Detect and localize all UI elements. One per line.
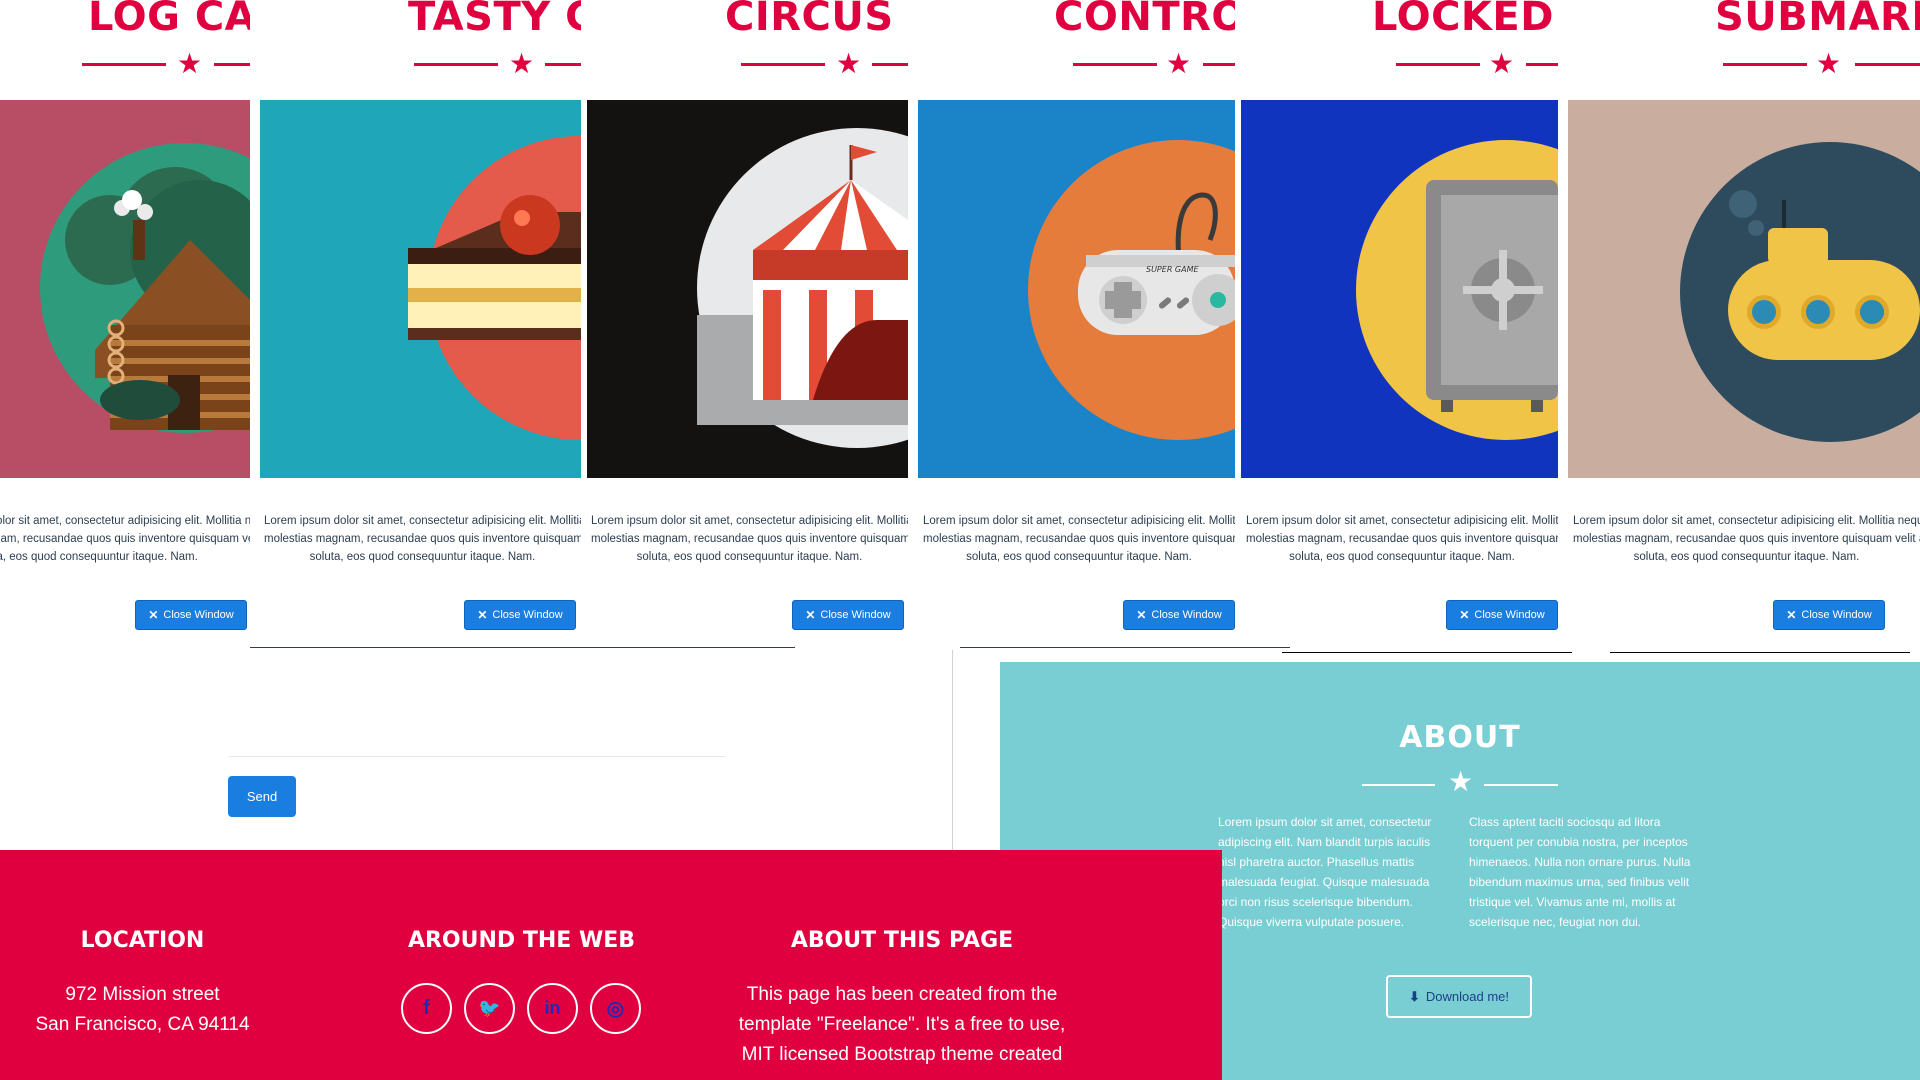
modal-title: SUBMARINE bbox=[1715, 0, 1920, 40]
close-window-button[interactable]: ✕ Close Window bbox=[792, 600, 904, 630]
facebook-icon[interactable]: f bbox=[401, 983, 452, 1034]
modal-title: LOG CABIN bbox=[88, 0, 250, 40]
footer: LOCATION 972 Mission street San Francisc… bbox=[0, 850, 1222, 1080]
portfolio-image bbox=[260, 100, 581, 478]
modal-submarine: SUBMARINE ★ Lorem ipsum dolor sit amet, … bbox=[1568, 0, 1920, 650]
close-icon: ✕ bbox=[477, 608, 488, 622]
modal-description: Lorem ipsum dolor sit amet, consectetur … bbox=[923, 515, 1235, 563]
star-icon: ★ bbox=[1166, 48, 1192, 79]
star-icon: ★ bbox=[509, 48, 535, 79]
modal-title: CIRCUS TENT bbox=[725, 0, 908, 40]
modal-description: Lorem ipsum dolor sit amet, consectetur … bbox=[264, 515, 581, 563]
about-title: ABOUT bbox=[1399, 720, 1521, 755]
about-text-right: Class aptent taciti sociosqu ad litora t… bbox=[1469, 815, 1691, 929]
form-divider bbox=[1282, 652, 1572, 653]
star-divider: ★ bbox=[414, 48, 581, 82]
star-icon: ★ bbox=[1489, 48, 1515, 79]
input-underline bbox=[228, 756, 725, 757]
modal-controller: CONTROLLER ★ SUPER GAME Lorem ipsum dolo… bbox=[918, 0, 1235, 650]
close-window-button[interactable]: ✕ Close Window bbox=[135, 600, 247, 630]
modal-description: Lorem ipsum dolor sit amet, consectetur … bbox=[1246, 515, 1558, 563]
about-page-line-1: This page has been created from the bbox=[746, 984, 1058, 1005]
star-icon: ★ bbox=[836, 48, 862, 79]
form-divider bbox=[1610, 652, 1910, 653]
close-window-button[interactable]: ✕ Close Window bbox=[1123, 600, 1235, 630]
modal-title: TASTY CAKE bbox=[408, 0, 581, 40]
about-this-page-title: ABOUT THIS PAGE bbox=[790, 928, 1014, 953]
about-text-left: Lorem ipsum dolor sit amet, consectetur … bbox=[1218, 815, 1432, 929]
close-window-button[interactable]: ✕ Close Window bbox=[1773, 600, 1885, 630]
contact-form-area bbox=[0, 650, 952, 850]
svg-text:SUPER GAME: SUPER GAME bbox=[1146, 265, 1199, 274]
modal-log-cabin: LOG CABIN ★ Lorem ipsum bbox=[0, 0, 250, 650]
address-line-2: San Francisco, CA 94114 bbox=[35, 1014, 250, 1035]
close-window-button[interactable]: ✕ Close Window bbox=[464, 600, 576, 630]
about-page-line-2: template "Freelance". It's a free to use… bbox=[738, 1014, 1066, 1035]
star-icon: ★ bbox=[177, 48, 203, 79]
close-icon: ✕ bbox=[148, 608, 159, 622]
portfolio-image bbox=[587, 100, 908, 478]
vertical-divider bbox=[952, 650, 953, 850]
about-page-line-3: MIT licensed Bootstrap theme created bbox=[741, 1044, 1063, 1065]
close-icon: ✕ bbox=[1136, 608, 1147, 622]
portfolio-image bbox=[1568, 100, 1920, 478]
star-icon: ★ bbox=[1816, 48, 1842, 79]
close-icon: ✕ bbox=[1786, 608, 1797, 622]
portfolio-image bbox=[1241, 100, 1558, 478]
send-button[interactable]: Send bbox=[228, 776, 296, 817]
star-divider: ★ bbox=[1396, 48, 1558, 82]
star-divider: ★ bbox=[82, 48, 250, 82]
modal-description: Lorem ipsum dolor sit amet, consectetur … bbox=[591, 515, 908, 563]
modal-description: Lorem ipsum dolor sit amet, consectetur … bbox=[1573, 515, 1920, 563]
modal-circus-tent: CIRCUS TENT ★ Lorem ipsum dolor sit amet… bbox=[587, 0, 908, 650]
modal-tasty-cake: TASTY CAKE ★ Lorem ipsum dolor sit amet,… bbox=[260, 0, 581, 650]
twitter-icon[interactable]: 🐦 bbox=[464, 983, 515, 1034]
portfolio-image bbox=[0, 100, 250, 478]
location-title: LOCATION bbox=[80, 928, 205, 953]
modal-description: Lorem ipsum dolor sit amet, consectetur … bbox=[0, 515, 250, 563]
modal-title: CONTROLLER bbox=[1054, 0, 1235, 40]
star-icon: ★ bbox=[1448, 766, 1474, 797]
close-icon: ✕ bbox=[1459, 608, 1470, 622]
dribbble-icon[interactable]: ◎ bbox=[590, 983, 641, 1034]
download-button[interactable]: ⬇ Download me! bbox=[1386, 975, 1532, 1018]
address-line-1: 972 Mission street bbox=[65, 984, 220, 1005]
around-the-web-title: AROUND THE WEB bbox=[407, 928, 636, 953]
download-icon: ⬇ bbox=[1408, 988, 1420, 1004]
close-window-button[interactable]: ✕ Close Window bbox=[1446, 600, 1558, 630]
modal-locked-safe: LOCKED SAFE ★ Lorem ipsum dolor sit amet… bbox=[1241, 0, 1558, 650]
modal-title: LOCKED SAFE bbox=[1372, 0, 1558, 40]
linkedin-icon[interactable]: in bbox=[527, 983, 578, 1034]
star-divider: ★ bbox=[1362, 766, 1558, 800]
form-divider bbox=[960, 647, 1290, 648]
star-divider: ★ bbox=[1073, 48, 1235, 82]
form-divider bbox=[250, 647, 795, 648]
star-divider: ★ bbox=[741, 48, 908, 82]
star-divider: ★ bbox=[1723, 48, 1920, 82]
portfolio-image: SUPER GAME bbox=[918, 100, 1235, 478]
close-icon: ✕ bbox=[805, 608, 816, 622]
